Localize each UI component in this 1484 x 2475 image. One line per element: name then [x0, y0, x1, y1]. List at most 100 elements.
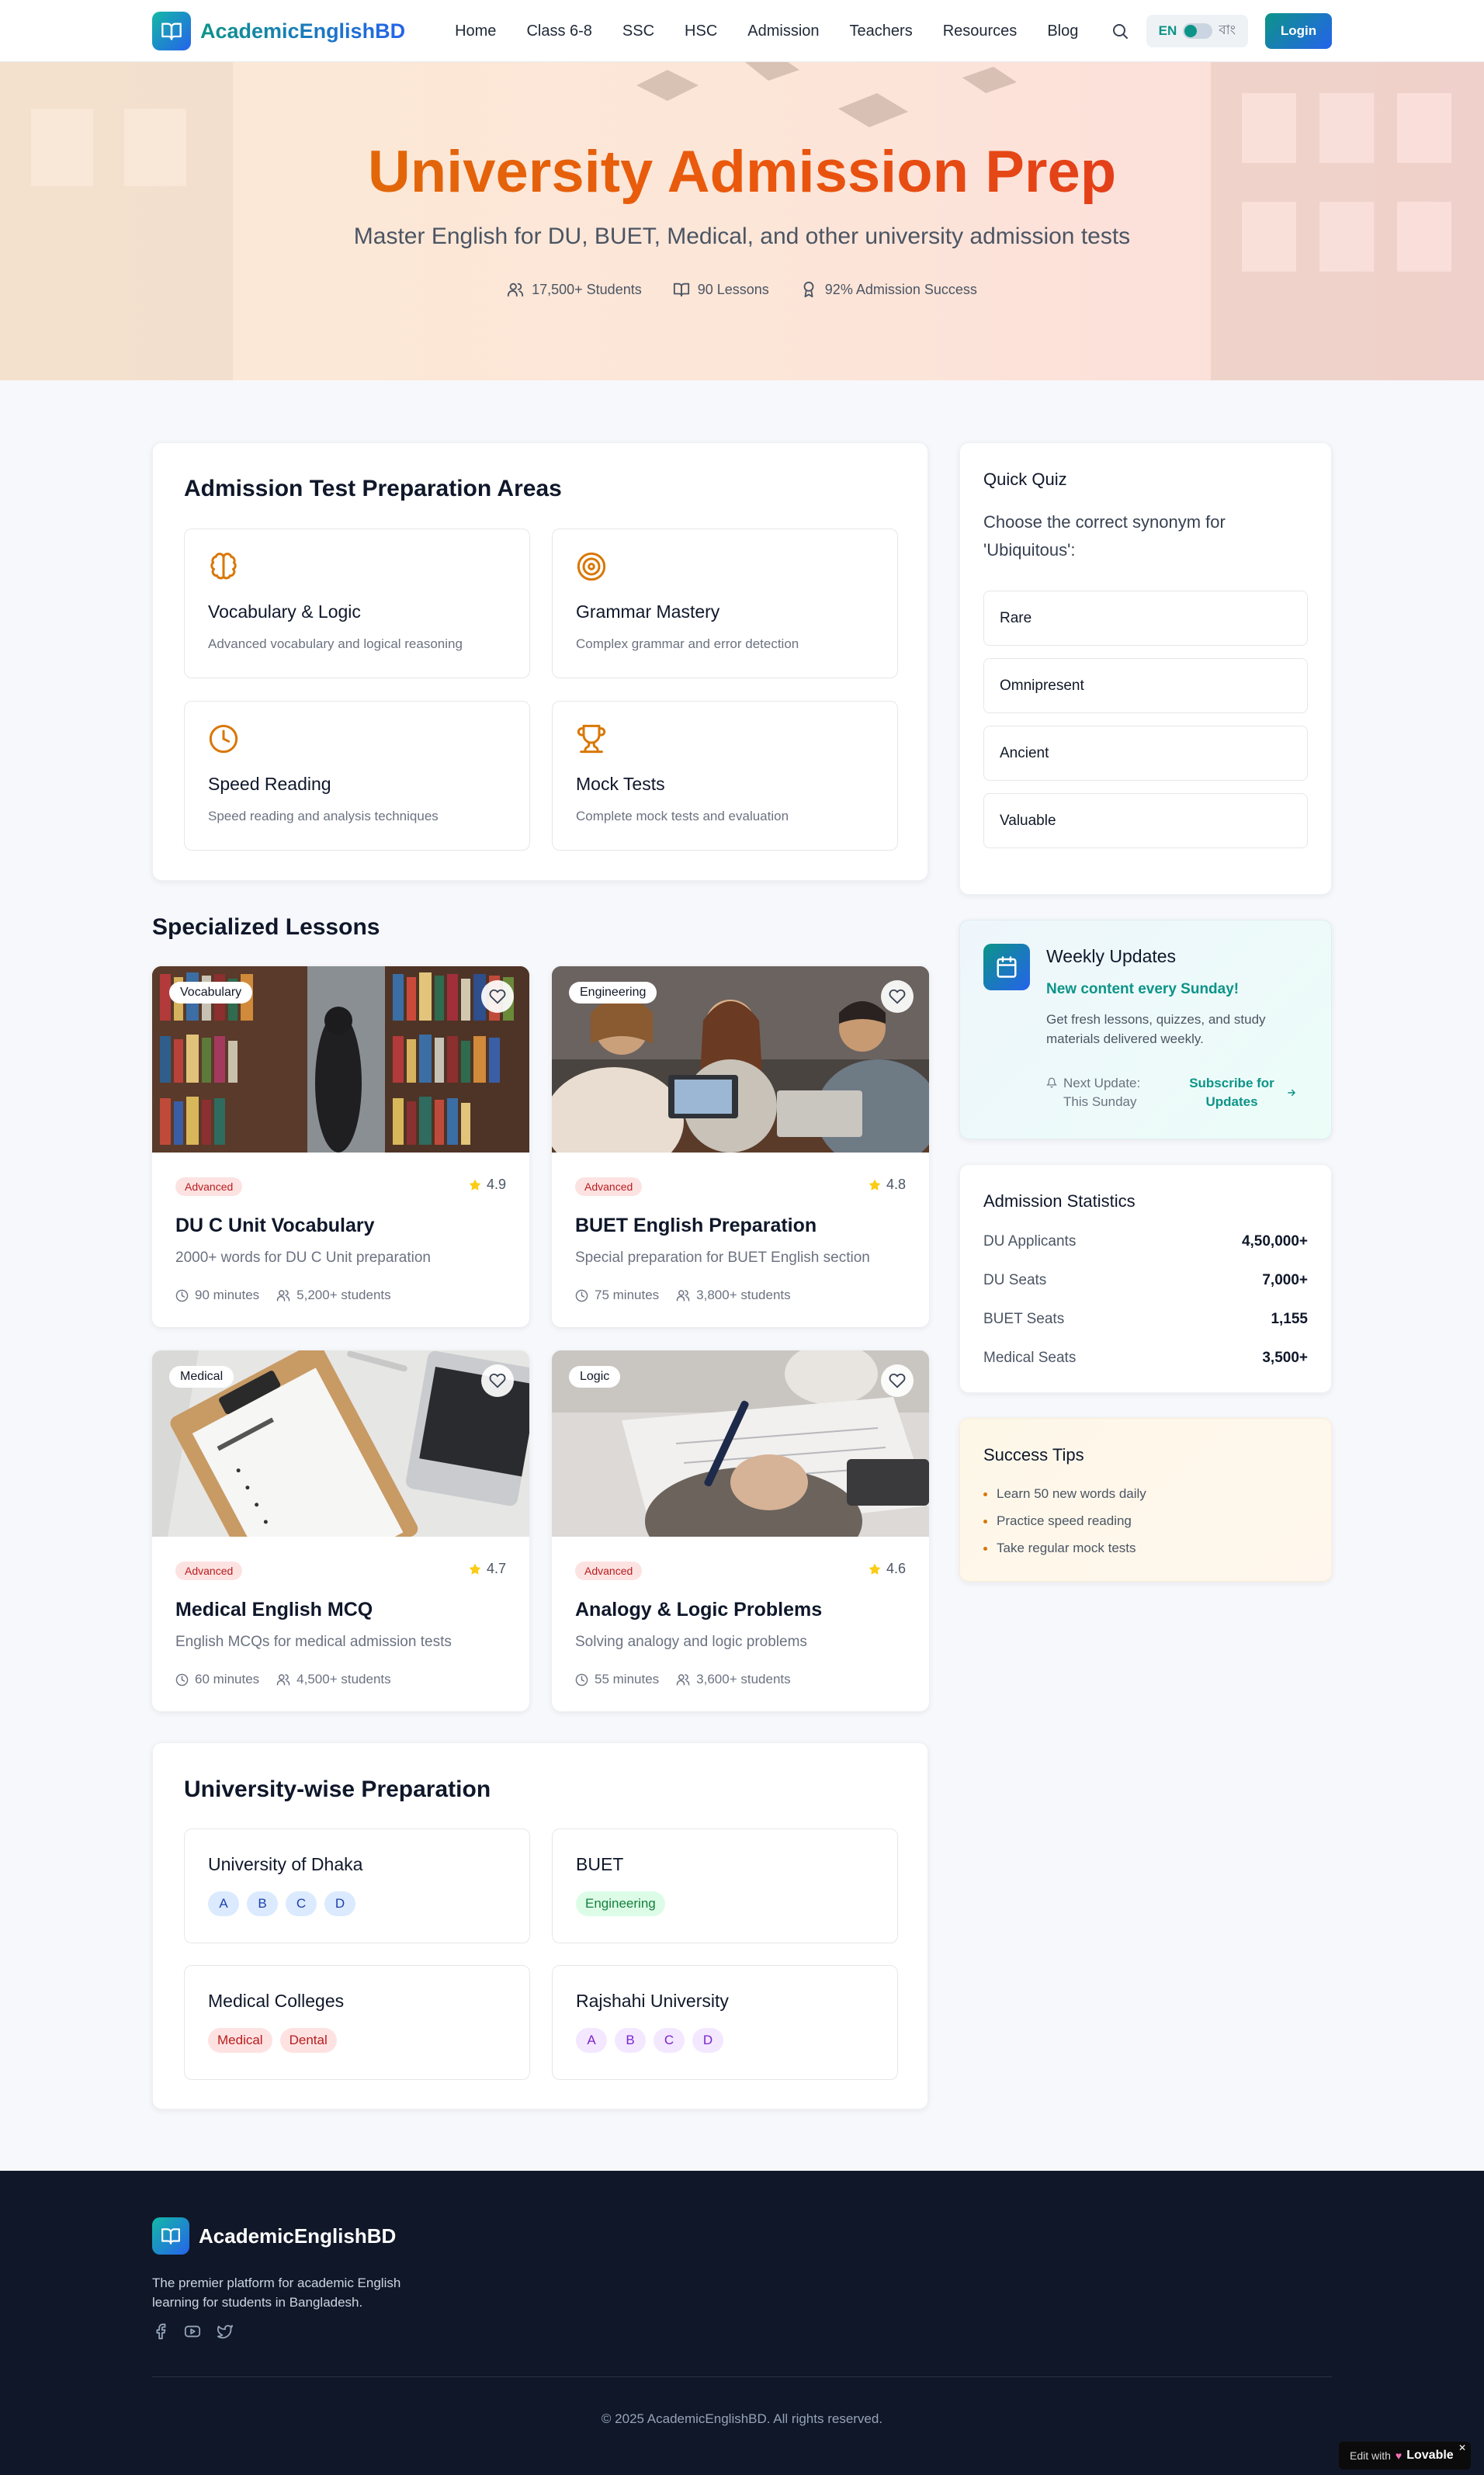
award-icon	[800, 281, 817, 298]
unit-pill[interactable]: D	[324, 1891, 355, 1916]
university-card-rajshahi[interactable]: Rajshahi University A B C D	[552, 1965, 898, 2080]
clock-icon	[208, 723, 239, 754]
university-name: Rajshahi University	[576, 1991, 729, 2011]
youtube-icon[interactable]	[183, 2323, 202, 2340]
bell-icon	[1046, 1074, 1057, 1111]
lesson-category-tag: Engineering	[569, 982, 657, 1004]
quiz-option-1[interactable]: Rare	[983, 591, 1308, 646]
nav-link-resources[interactable]: Resources	[943, 23, 1018, 40]
footer-description: The premier platform for academic Englis…	[152, 2276, 401, 2310]
twitter-icon[interactable]	[216, 2323, 234, 2340]
nav-link-teachers[interactable]: Teachers	[850, 23, 913, 40]
area-title: Grammar Mastery	[576, 601, 720, 622]
language-toggle[interactable]: EN বাং	[1146, 15, 1248, 47]
preparation-areas-title: Admission Test Preparation Areas	[184, 476, 562, 501]
area-desc: Complete mock tests and evaluation	[576, 809, 789, 823]
users-icon	[676, 1673, 690, 1686]
trophy-icon	[576, 723, 607, 754]
lesson-duration: 90 minutes	[195, 1288, 260, 1302]
nav-link-hsc[interactable]: HSC	[685, 23, 717, 40]
unit-pill[interactable]: C	[286, 1891, 317, 1916]
level-badge: Advanced	[175, 1562, 243, 1580]
quiz-option-4[interactable]: Valuable	[983, 793, 1308, 848]
brand-name: AcademicEnglishBD	[200, 19, 406, 43]
search-icon[interactable]	[1111, 22, 1129, 40]
quiz-option-2[interactable]: Omnipresent	[983, 658, 1308, 713]
hero-stat-lessons: 90 Lessons	[673, 281, 769, 298]
star-icon	[868, 1178, 882, 1192]
area-card-speed-reading[interactable]: Speed Reading Speed reading and analysis…	[184, 701, 530, 851]
lesson-students: 3,800+ students	[696, 1288, 791, 1302]
brain-icon	[208, 551, 239, 582]
calendar-icon	[983, 944, 1030, 990]
area-card-grammar[interactable]: Grammar Mastery Complex grammar and erro…	[552, 529, 898, 678]
lesson-duration: 60 minutes	[195, 1672, 260, 1686]
success-tips-card: Success Tips Learn 50 new words daily Pr…	[959, 1418, 1332, 1582]
nav-link-admission[interactable]: Admission	[747, 23, 819, 40]
star-icon	[868, 1562, 882, 1576]
weekly-updates-headline: New content every Sunday!	[1046, 981, 1240, 997]
unit-pill[interactable]: Dental	[279, 2028, 337, 2053]
unit-pill[interactable]: Medical	[208, 2028, 272, 2053]
login-button[interactable]: Login	[1265, 13, 1332, 49]
area-desc: Complex grammar and error detection	[576, 636, 799, 651]
unit-pill[interactable]: B	[615, 2028, 646, 2053]
stat-value: 1,155	[1271, 1311, 1308, 1327]
success-tips-title: Success Tips	[983, 1445, 1084, 1465]
language-switch[interactable]	[1183, 23, 1213, 39]
close-icon[interactable]: ✕	[1458, 2442, 1466, 2453]
area-card-vocabulary[interactable]: Vocabulary & Logic Advanced vocabulary a…	[184, 529, 530, 678]
facebook-icon[interactable]	[152, 2323, 169, 2340]
footer-divider	[152, 2376, 1332, 2377]
subscribe-link[interactable]: Subscribe for Updates	[1185, 1074, 1309, 1111]
main-nav: Home Class 6-8 SSC HSC Admission Teacher…	[455, 23, 1078, 40]
clock-icon	[175, 1673, 189, 1686]
quiz-option-3[interactable]: Ancient	[983, 726, 1308, 781]
tip-item: Take regular mock tests	[983, 1541, 1136, 1556]
lesson-card-analogy-logic[interactable]: Logic Advanced 4.6 Analogy & Logic Probl…	[552, 1350, 929, 1711]
lesson-card-buet-english[interactable]: Engineering Advanced 4.8 BUET English Pr…	[552, 966, 929, 1327]
lesson-duration: 55 minutes	[595, 1672, 660, 1686]
star-icon	[468, 1562, 482, 1576]
brand-logo[interactable]: AcademicEnglishBD	[152, 12, 405, 50]
stat-row: DU Applicants 4,50,000+	[983, 1233, 1308, 1250]
nav-link-ssc[interactable]: SSC	[622, 23, 654, 40]
university-card-dhaka[interactable]: University of Dhaka A B C D	[184, 1829, 530, 1943]
quick-quiz-card: Quick Quiz Choose the correct synonym fo…	[959, 442, 1332, 895]
edit-with-lovable-badge[interactable]: Edit with ♥ Lovable ✕	[1339, 2442, 1471, 2470]
unit-pill[interactable]: A	[576, 2028, 607, 2053]
rating-value: 4.9	[486, 1177, 506, 1192]
next-update-value: This Sunday	[1063, 1094, 1137, 1109]
area-card-mock-tests[interactable]: Mock Tests Complete mock tests and evalu…	[552, 701, 898, 851]
nav-link-blog[interactable]: Blog	[1047, 23, 1078, 40]
lesson-card-du-vocabulary[interactable]: Vocabulary Advanced 4.9 DU C Unit Vocabu…	[152, 966, 529, 1327]
hero-stat-success-text: 92% Admission Success	[824, 281, 977, 297]
heart-icon[interactable]	[881, 980, 914, 1013]
footer-brand[interactable]: AcademicEnglishBD	[152, 2217, 396, 2255]
site-footer: AcademicEnglishBD The premier platform f…	[0, 2171, 1484, 2475]
nav-link-class-6-8[interactable]: Class 6-8	[526, 23, 591, 40]
heart-icon[interactable]	[481, 1364, 514, 1397]
lesson-meta: 55 minutes 3,600+ students	[575, 1672, 791, 1687]
book-open-icon	[673, 281, 690, 298]
users-icon	[507, 281, 524, 298]
stat-value: 7,000+	[1262, 1272, 1308, 1288]
unit-pill[interactable]: Engineering	[576, 1891, 665, 1916]
university-card-buet[interactable]: BUET Engineering	[552, 1829, 898, 1943]
unit-pill[interactable]: A	[208, 1891, 239, 1916]
university-preparation-title: University-wise Preparation	[184, 1777, 491, 1802]
star-icon	[468, 1178, 482, 1192]
admission-statistics-card: Admission Statistics DU Applicants 4,50,0…	[959, 1164, 1332, 1393]
heart-icon[interactable]	[881, 1364, 914, 1397]
unit-pill[interactable]: D	[692, 2028, 723, 2053]
heart-icon[interactable]	[481, 980, 514, 1013]
lesson-category-tag: Medical	[169, 1366, 234, 1388]
hero-subtitle: Master English for DU, BUET, Medical, an…	[353, 224, 1131, 249]
university-card-medical[interactable]: Medical Colleges Medical Dental	[184, 1965, 530, 2080]
lesson-card-medical-mcq[interactable]: Medical Advanced 4.7 Medical English MCQ…	[152, 1350, 529, 1711]
lang-bn-label: বাং	[1219, 23, 1236, 37]
lesson-meta: 60 minutes 4,500+ students	[175, 1672, 391, 1687]
nav-link-home[interactable]: Home	[455, 23, 496, 40]
unit-pill[interactable]: B	[247, 1891, 278, 1916]
unit-pill[interactable]: C	[654, 2028, 685, 2053]
